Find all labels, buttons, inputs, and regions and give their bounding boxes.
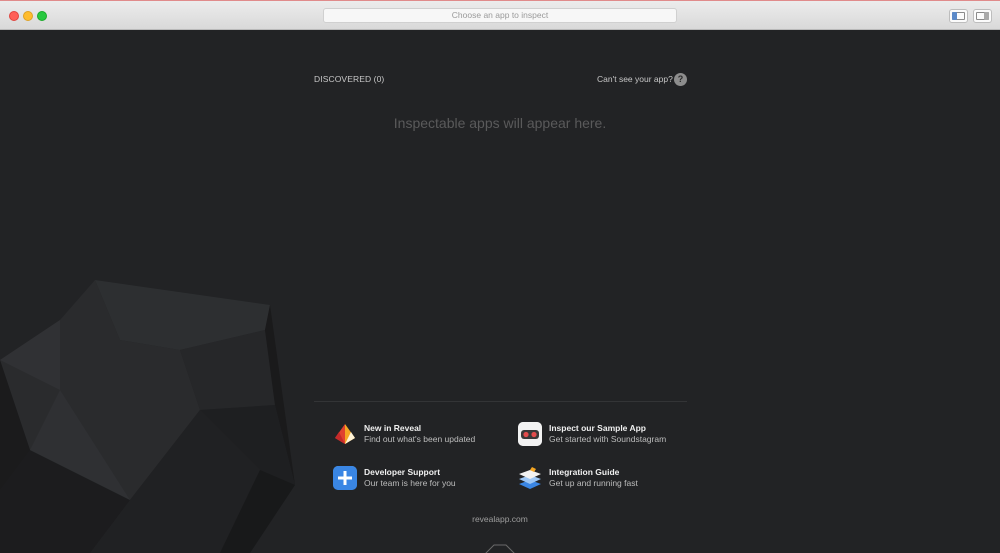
- title-bar: Choose an app to inspect: [0, 0, 1000, 30]
- divider: [314, 401, 687, 402]
- link-subtitle: Find out what's been updated: [364, 434, 476, 444]
- link-title: Developer Support: [364, 467, 441, 477]
- link-subtitle: Get up and running fast: [549, 478, 638, 488]
- link-title: Integration Guide: [549, 467, 620, 477]
- background-geometric-shape: [0, 280, 295, 553]
- sample-app-icon: [518, 422, 542, 446]
- close-window-button[interactable]: [9, 11, 19, 21]
- layers-icon: [519, 467, 541, 489]
- toggle-left-panel-button[interactable]: [949, 9, 968, 23]
- discovered-count-label: DISCOVERED (0): [314, 74, 385, 84]
- question-mark-icon[interactable]: ?: [674, 73, 687, 86]
- link-subtitle: Get started with Soundstagram: [549, 434, 667, 444]
- toggle-right-panel-button[interactable]: [973, 9, 992, 23]
- link-title: Inspect our Sample App: [549, 423, 646, 433]
- empty-state-message: Inspectable apps will appear here.: [393, 115, 607, 131]
- link-subtitle: Our team is here for you: [364, 478, 456, 488]
- cant-see-app-link[interactable]: Can't see your app?: [597, 74, 673, 84]
- app-selector-field[interactable]: Choose an app to inspect: [323, 8, 677, 23]
- reveal-logo-icon: [335, 424, 355, 444]
- website-link[interactable]: revealapp.com: [0, 514, 1000, 524]
- itty-bitty-apps-logo-icon[interactable]: [484, 544, 516, 553]
- plus-icon: [333, 466, 357, 490]
- link-title: New in Reveal: [364, 423, 422, 433]
- main-content: DISCOVERED (0) Can't see your app? ? Ins…: [0, 30, 1000, 553]
- zoom-window-button[interactable]: [37, 11, 47, 21]
- minimize-window-button[interactable]: [23, 11, 33, 21]
